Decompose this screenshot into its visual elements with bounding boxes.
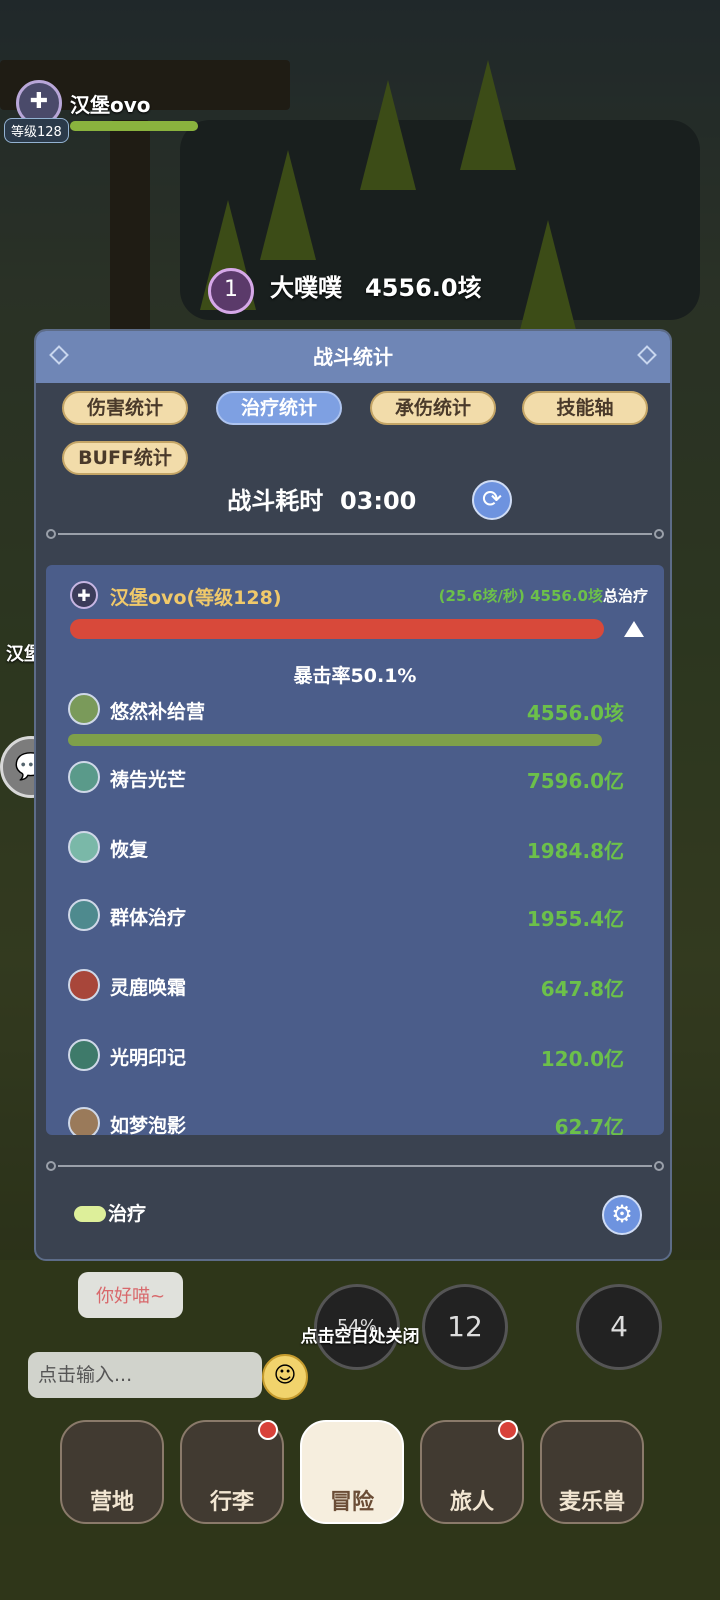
nav-traveler[interactable]: 旅人 [420, 1420, 524, 1524]
heal-total: 4556.0垓 [530, 587, 603, 605]
legend-heal-label: 治疗 [108, 1203, 147, 1225]
skill-row: 如梦泡影 62.7亿 [68, 1107, 624, 1135]
legend-heal-swatch [74, 1206, 106, 1222]
notification-dot [258, 1420, 278, 1440]
skill-row: 祷告光芒 7596.0亿 [68, 761, 624, 801]
prayer-light-icon [68, 761, 100, 793]
player-emblem-icon: ✚ [70, 581, 98, 609]
hud-player-level: 等级128 [4, 118, 69, 143]
skill-heal-bar [68, 734, 602, 746]
crit-rate: 暴击率50.1% [293, 665, 417, 687]
player-name: 汉堡ovo(等级128) [110, 587, 282, 609]
nav-pets[interactable]: 麦乐兽 [540, 1420, 644, 1524]
battle-time-value: 03:00 [339, 487, 417, 515]
bottom-nav: 营地 行李 冒险 旅人 麦乐兽 [60, 1420, 660, 1530]
light-mark-icon [68, 1039, 100, 1071]
skill-heal-value: 1955.4亿 [526, 907, 624, 931]
smiley-icon: ☺ [273, 1363, 297, 1388]
skill-row: 悠然补给营 4556.0垓 [68, 693, 624, 733]
skill-heal-value: 7596.0亿 [526, 769, 624, 793]
close-hint: 点击空白处关闭 [300, 1327, 420, 1347]
nav-camp[interactable]: 营地 [60, 1420, 164, 1524]
tab-skill-timeline[interactable]: 技能轴 [522, 391, 648, 425]
tab-buff-stats[interactable]: BUFF统计 [62, 441, 188, 475]
hud-player-name: 汉堡ovo [70, 93, 151, 117]
skill-name: 光明印记 [110, 1047, 187, 1069]
heal-stats-panel: ✚ 汉堡ovo(等级128) (25.6垓/秒) 4556.0垓总治疗 暴击率5… [46, 565, 664, 1135]
skill-row: 群体治疗 1955.4亿 [68, 899, 624, 939]
chat-input[interactable]: 点击输入... [28, 1352, 262, 1398]
corner-ornament-icon [637, 345, 657, 365]
tab-heal-stats[interactable]: 治疗统计 [216, 391, 342, 425]
skill-heal-value: 1984.8亿 [526, 839, 624, 863]
nav-adventure[interactable]: 冒险 [300, 1420, 404, 1524]
player-heal-bar [70, 619, 604, 639]
skill-row: 恢复 1984.8亿 [68, 831, 624, 871]
emoji-button[interactable]: ☺ [262, 1354, 308, 1400]
corner-ornament-icon [49, 345, 69, 365]
modal-title: 战斗统计 [313, 345, 393, 369]
heal-total-label: 总治疗 [602, 587, 648, 605]
recover-icon [68, 831, 100, 863]
modal-header: 战斗统计 [36, 331, 670, 383]
skill-heal-value: 4556.0垓 [526, 701, 624, 725]
capybara-icon [68, 693, 100, 725]
settings-button[interactable]: ⚙ [602, 1195, 642, 1235]
battle-stats-modal: 战斗统计 伤害统计 治疗统计 承伤统计 技能轴 BUFF统计 战斗耗时 03:0… [34, 329, 672, 1261]
chat-message-chip: 你好喵~ [78, 1272, 184, 1318]
skill-name: 如梦泡影 [110, 1115, 187, 1135]
heal-per-second: (25.6垓/秒) [438, 587, 525, 605]
refresh-button[interactable]: ⟳ [472, 480, 512, 520]
boss-emblem-icon: 1 [208, 268, 254, 314]
divider [46, 1161, 664, 1171]
tab-damage-stats[interactable]: 伤害统计 [62, 391, 188, 425]
divider [46, 529, 664, 539]
group-heal-icon [68, 899, 100, 931]
skill-heal-value: 120.0亿 [540, 1047, 624, 1071]
deer-frost-icon [68, 969, 100, 1001]
notification-dot [498, 1420, 518, 1440]
player-heal-summary: (25.6垓/秒) 4556.0垓总治疗 [439, 585, 648, 606]
battle-time-label: 战斗耗时 [227, 487, 324, 515]
boss-value: 4556.0垓 [365, 274, 482, 302]
skill-row: 光明印记 120.0亿 [68, 1039, 624, 1079]
skill-heal-value: 62.7亿 [554, 1115, 624, 1135]
skill-name: 恢复 [110, 839, 149, 861]
skill-name: 群体治疗 [110, 907, 187, 929]
skill-heal-value: 647.8亿 [540, 977, 624, 1001]
battle-time: 战斗耗时 03:00 [36, 481, 670, 516]
skill-name: 悠然补给营 [110, 701, 206, 723]
skill-name: 祷告光芒 [110, 769, 187, 791]
tab-damage-taken-stats[interactable]: 承伤统计 [370, 391, 496, 425]
hud-player-hp-bar [70, 121, 198, 131]
dream-bubble-icon [68, 1107, 100, 1135]
gear-icon: ⚙ [611, 1200, 633, 1228]
boss-name: 大噗噗 [270, 274, 342, 302]
skill-name: 灵鹿唤霜 [110, 977, 187, 999]
skill-row: 灵鹿唤霜 647.8亿 [68, 969, 624, 1009]
refresh-icon: ⟳ [481, 485, 503, 513]
nav-luggage[interactable]: 行李 [180, 1420, 284, 1524]
collapse-triangle-icon[interactable] [624, 621, 644, 637]
